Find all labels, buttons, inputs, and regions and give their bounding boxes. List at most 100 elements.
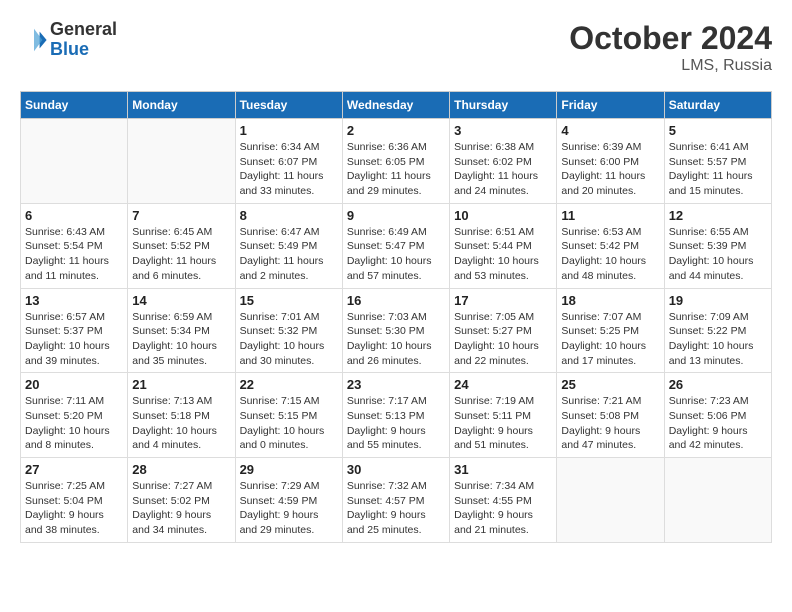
- calendar-cell: 30 Sunrise: 7:32 AM Sunset: 4:57 PM Dayli…: [342, 458, 449, 543]
- day-info: Sunrise: 6:34 AM Sunset: 6:07 PM Dayligh…: [240, 140, 338, 199]
- day-number: 4: [561, 123, 659, 138]
- day-number: 19: [669, 293, 767, 308]
- day-info: Sunrise: 7:34 AM Sunset: 4:55 PM Dayligh…: [454, 479, 552, 538]
- day-info: Sunrise: 7:17 AM Sunset: 5:13 PM Dayligh…: [347, 394, 445, 453]
- logo-text: General Blue: [50, 20, 117, 60]
- day-info: Sunrise: 7:09 AM Sunset: 5:22 PM Dayligh…: [669, 310, 767, 369]
- calendar-cell: 4Sunrise: 6:39 AM Sunset: 6:00 PM Daylig…: [557, 119, 664, 204]
- logo-line2: Blue: [50, 40, 117, 60]
- day-number: 7: [132, 208, 230, 223]
- calendar-subtitle: LMS, Russia: [569, 57, 772, 75]
- day-info: Sunrise: 7:03 AM Sunset: 5:30 PM Dayligh…: [347, 310, 445, 369]
- header-cell-sunday: Sunday: [21, 92, 128, 119]
- day-number: 10: [454, 208, 552, 223]
- day-number: 11: [561, 208, 659, 223]
- calendar-cell: 2 Sunrise: 6:36 AM Sunset: 6:05 PM Daylig…: [342, 119, 449, 204]
- day-info: Sunrise: 7:23 AM Sunset: 5:06 PM Dayligh…: [669, 394, 767, 453]
- day-info: Sunrise: 6:47 AM Sunset: 5:49 PM Dayligh…: [240, 225, 338, 284]
- calendar-cell: 12 Sunrise: 6:55 AM Sunset: 5:39 PM Dayli…: [664, 203, 771, 288]
- calendar-cell: 23 Sunrise: 7:17 AM Sunset: 5:13 PM Dayli…: [342, 373, 449, 458]
- day-number: 3: [454, 123, 552, 138]
- day-info: Sunrise: 6:41 AM Sunset: 5:57 PM Dayligh…: [669, 140, 767, 199]
- calendar-cell: 11 Sunrise: 6:53 AM Sunset: 5:42 PM Dayli…: [557, 203, 664, 288]
- calendar-cell: 13Sunrise: 6:57 AM Sunset: 5:37 PM Dayli…: [21, 288, 128, 373]
- calendar-cell: [557, 458, 664, 543]
- calendar-cell: 17 Sunrise: 7:05 AM Sunset: 5:27 PM Dayli…: [450, 288, 557, 373]
- day-number: 14: [132, 293, 230, 308]
- calendar-cell: [664, 458, 771, 543]
- day-number: 16: [347, 293, 445, 308]
- day-number: 17: [454, 293, 552, 308]
- day-number: 23: [347, 377, 445, 392]
- day-number: 2: [347, 123, 445, 138]
- day-number: 15: [240, 293, 338, 308]
- calendar-cell: 20Sunrise: 7:11 AM Sunset: 5:20 PM Dayli…: [21, 373, 128, 458]
- day-info: Sunrise: 6:43 AM Sunset: 5:54 PM Dayligh…: [25, 225, 123, 284]
- calendar-cell: 3Sunrise: 6:38 AM Sunset: 6:02 PM Daylig…: [450, 119, 557, 204]
- calendar-cell: 22Sunrise: 7:15 AM Sunset: 5:15 PM Dayli…: [235, 373, 342, 458]
- calendar-cell: 31 Sunrise: 7:34 AM Sunset: 4:55 PM Dayli…: [450, 458, 557, 543]
- calendar-cell: 27 Sunrise: 7:25 AM Sunset: 5:04 PM Dayli…: [21, 458, 128, 543]
- calendar-cell: 28Sunrise: 7:27 AM Sunset: 5:02 PM Dayli…: [128, 458, 235, 543]
- calendar-cell: 6Sunrise: 6:43 AM Sunset: 5:54 PM Daylig…: [21, 203, 128, 288]
- day-info: Sunrise: 6:51 AM Sunset: 5:44 PM Dayligh…: [454, 225, 552, 284]
- day-info: Sunrise: 6:49 AM Sunset: 5:47 PM Dayligh…: [347, 225, 445, 284]
- calendar-cell: 7 Sunrise: 6:45 AM Sunset: 5:52 PM Daylig…: [128, 203, 235, 288]
- day-number: 13: [25, 293, 123, 308]
- day-info: Sunrise: 6:53 AM Sunset: 5:42 PM Dayligh…: [561, 225, 659, 284]
- day-number: 21: [132, 377, 230, 392]
- day-number: 12: [669, 208, 767, 223]
- day-number: 24: [454, 377, 552, 392]
- week-row-5: 27 Sunrise: 7:25 AM Sunset: 5:04 PM Dayli…: [21, 458, 772, 543]
- calendar-cell: 14 Sunrise: 6:59 AM Sunset: 5:34 PM Dayli…: [128, 288, 235, 373]
- calendar-cell: 1Sunrise: 6:34 AM Sunset: 6:07 PM Daylig…: [235, 119, 342, 204]
- week-row-2: 6Sunrise: 6:43 AM Sunset: 5:54 PM Daylig…: [21, 203, 772, 288]
- calendar-table: SundayMondayTuesdayWednesdayThursdayFrid…: [20, 91, 772, 543]
- week-row-1: 1Sunrise: 6:34 AM Sunset: 6:07 PM Daylig…: [21, 119, 772, 204]
- calendar-cell: 26 Sunrise: 7:23 AM Sunset: 5:06 PM Dayli…: [664, 373, 771, 458]
- day-number: 27: [25, 462, 123, 477]
- day-info: Sunrise: 7:01 AM Sunset: 5:32 PM Dayligh…: [240, 310, 338, 369]
- day-info: Sunrise: 7:19 AM Sunset: 5:11 PM Dayligh…: [454, 394, 552, 453]
- calendar-cell: 8 Sunrise: 6:47 AM Sunset: 5:49 PM Daylig…: [235, 203, 342, 288]
- calendar-cell: 18 Sunrise: 7:07 AM Sunset: 5:25 PM Dayli…: [557, 288, 664, 373]
- day-number: 8: [240, 208, 338, 223]
- calendar-cell: 5Sunrise: 6:41 AM Sunset: 5:57 PM Daylig…: [664, 119, 771, 204]
- logo-line1: General: [50, 20, 117, 40]
- page-header: General Blue October 2024 LMS, Russia: [20, 20, 772, 75]
- logo: General Blue: [20, 20, 117, 60]
- calendar-cell: 10 Sunrise: 6:51 AM Sunset: 5:44 PM Dayli…: [450, 203, 557, 288]
- header-row: SundayMondayTuesdayWednesdayThursdayFrid…: [21, 92, 772, 119]
- calendar-cell: 15 Sunrise: 7:01 AM Sunset: 5:32 PM Dayli…: [235, 288, 342, 373]
- day-info: Sunrise: 7:07 AM Sunset: 5:25 PM Dayligh…: [561, 310, 659, 369]
- day-number: 26: [669, 377, 767, 392]
- day-info: Sunrise: 7:13 AM Sunset: 5:18 PM Dayligh…: [132, 394, 230, 453]
- day-number: 28: [132, 462, 230, 477]
- day-info: Sunrise: 6:55 AM Sunset: 5:39 PM Dayligh…: [669, 225, 767, 284]
- day-number: 31: [454, 462, 552, 477]
- day-info: Sunrise: 7:32 AM Sunset: 4:57 PM Dayligh…: [347, 479, 445, 538]
- day-info: Sunrise: 7:21 AM Sunset: 5:08 PM Dayligh…: [561, 394, 659, 453]
- day-number: 25: [561, 377, 659, 392]
- calendar-cell: 24 Sunrise: 7:19 AM Sunset: 5:11 PM Dayli…: [450, 373, 557, 458]
- calendar-cell: 29Sunrise: 7:29 AM Sunset: 4:59 PM Dayli…: [235, 458, 342, 543]
- day-info: Sunrise: 6:36 AM Sunset: 6:05 PM Dayligh…: [347, 140, 445, 199]
- calendar-cell: 19 Sunrise: 7:09 AM Sunset: 5:22 PM Dayli…: [664, 288, 771, 373]
- header-cell-friday: Friday: [557, 92, 664, 119]
- day-info: Sunrise: 6:59 AM Sunset: 5:34 PM Dayligh…: [132, 310, 230, 369]
- day-info: Sunrise: 7:15 AM Sunset: 5:15 PM Dayligh…: [240, 394, 338, 453]
- week-row-3: 13Sunrise: 6:57 AM Sunset: 5:37 PM Dayli…: [21, 288, 772, 373]
- day-number: 30: [347, 462, 445, 477]
- calendar-body: 1Sunrise: 6:34 AM Sunset: 6:07 PM Daylig…: [21, 119, 772, 543]
- day-number: 9: [347, 208, 445, 223]
- day-info: Sunrise: 6:45 AM Sunset: 5:52 PM Dayligh…: [132, 225, 230, 284]
- calendar-cell: 25 Sunrise: 7:21 AM Sunset: 5:08 PM Dayli…: [557, 373, 664, 458]
- day-info: Sunrise: 7:25 AM Sunset: 5:04 PM Dayligh…: [25, 479, 123, 538]
- header-cell-thursday: Thursday: [450, 92, 557, 119]
- day-info: Sunrise: 7:11 AM Sunset: 5:20 PM Dayligh…: [25, 394, 123, 453]
- header-cell-saturday: Saturday: [664, 92, 771, 119]
- day-info: Sunrise: 7:05 AM Sunset: 5:27 PM Dayligh…: [454, 310, 552, 369]
- day-info: Sunrise: 7:29 AM Sunset: 4:59 PM Dayligh…: [240, 479, 338, 538]
- calendar-header: SundayMondayTuesdayWednesdayThursdayFrid…: [21, 92, 772, 119]
- day-number: 18: [561, 293, 659, 308]
